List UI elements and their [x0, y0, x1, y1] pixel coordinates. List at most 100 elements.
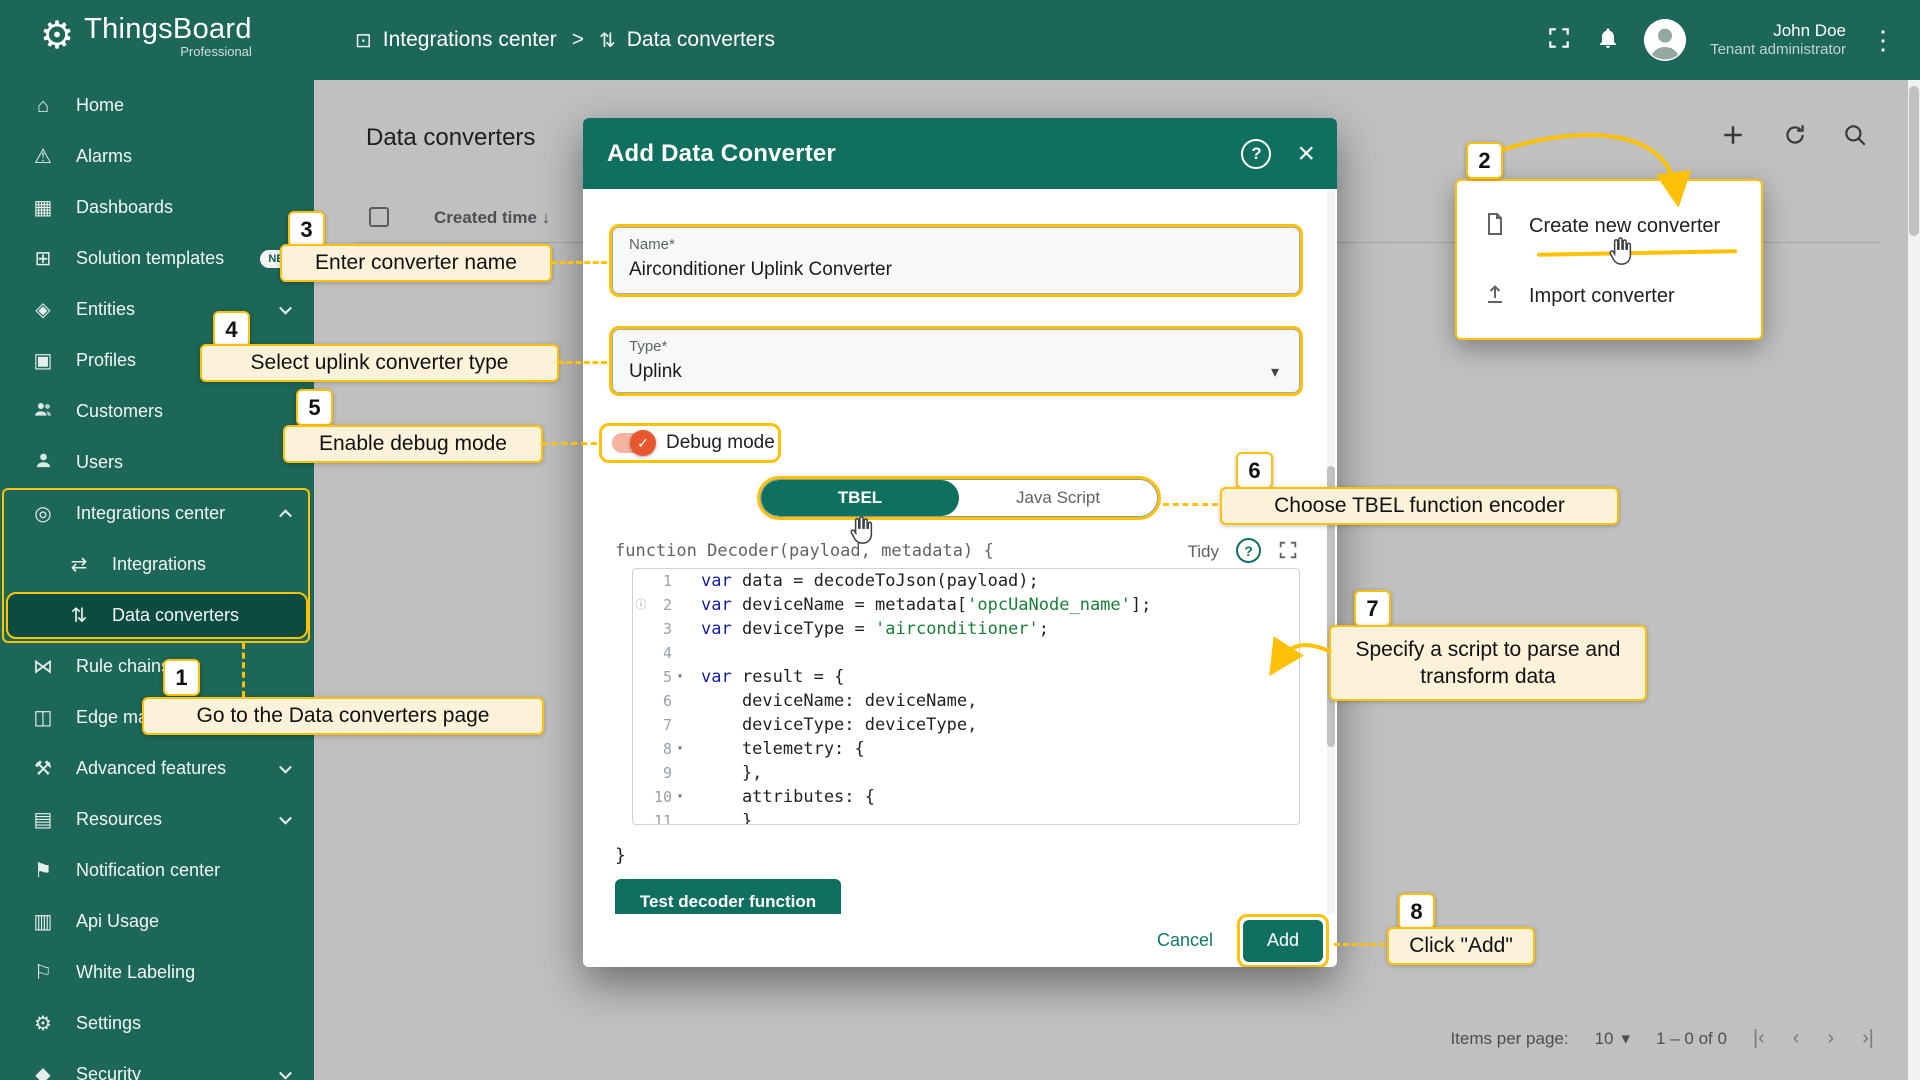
callout-step-4: Select uplink converter type	[200, 344, 559, 382]
sidebar-item-rule-chains[interactable]: ⋈ Rule chains	[0, 641, 314, 692]
script-help-icon[interactable]: ?	[1236, 538, 1261, 563]
data-converters-icon: ⇅	[70, 604, 88, 627]
white-labeling-icon: ⚐	[34, 961, 52, 984]
toggle-knob-check-icon: ✓	[630, 430, 656, 456]
sidebar-item-label: Integrations center	[76, 503, 226, 523]
sidebar-item-advanced-features[interactable]: ⚒ Advanced features	[0, 743, 314, 794]
tidy-button[interactable]: Tidy	[1188, 542, 1220, 562]
tab-javascript[interactable]: Java Script	[959, 480, 1157, 516]
code-text: },	[701, 763, 763, 783]
app-root: ⚙ ThingsBoard Professional ⊡ Integration…	[0, 0, 1920, 1080]
sidebar-item-integrations[interactable]: ⇄ Integrations	[0, 539, 314, 590]
callout-step-7: Specify a script to parse and transform …	[1329, 625, 1647, 701]
line-number: 4	[662, 644, 672, 662]
code-line: 10 ▾ attributes: {	[633, 785, 1299, 809]
sidebar-item-label: Dashboards	[76, 197, 174, 217]
breadcrumb-data-converters[interactable]: Data converters	[627, 28, 775, 52]
name-field[interactable]: Name* Airconditioner Uplink Converter	[612, 227, 1300, 294]
sidebar-item-dashboards[interactable]: ▦ Dashboards	[0, 182, 314, 233]
thingsboard-logo-icon: ⚙	[40, 15, 75, 57]
kebab-menu-icon[interactable]: ⋮	[1870, 27, 1896, 53]
add-data-converter-dialog: Add Data Converter ? × Name* Airconditio…	[583, 118, 1337, 967]
sidebar-item-label: Api Usage	[76, 911, 160, 931]
avatar[interactable]	[1644, 19, 1687, 61]
file-icon	[1483, 212, 1507, 241]
sidebar-item-security[interactable]: ◆ Security	[0, 1049, 314, 1080]
code-line: 1 var data = decodeToJson(payload);	[633, 569, 1299, 593]
code-text: deviceName: deviceName,	[701, 691, 978, 711]
user-block[interactable]: John Doe Tenant administrator	[1710, 20, 1846, 60]
encoder-segmented-control: TBEL Java Script	[760, 479, 1158, 517]
user-name: John Doe	[1773, 21, 1846, 40]
type-select[interactable]: Type* Uplink ▾	[612, 329, 1300, 393]
sidebar-item-label: Solution templates	[76, 248, 225, 268]
users-icon	[28, 450, 58, 475]
code-line: 4	[633, 641, 1299, 665]
sidebar-item-label: Security	[76, 1064, 142, 1080]
sidebar-item-integrations-center[interactable]: ◎ Integrations center	[0, 488, 314, 539]
sidebar-item-label: Advanced features	[76, 758, 227, 778]
code-text: attributes: {	[701, 787, 875, 807]
debug-mode-toggle[interactable]: ✓	[612, 430, 656, 456]
fold-arrow-icon[interactable]: ▾	[677, 665, 691, 689]
line-number: 6	[662, 692, 672, 710]
code-text: var deviceName = metadata['opcUaNode_nam…	[701, 595, 1152, 615]
menu-item-label: Import converter	[1529, 284, 1675, 307]
callout-step-1: Go to the Data converters page	[142, 697, 544, 735]
api-usage-icon: ▥	[33, 910, 53, 933]
chevron-up-icon	[279, 508, 292, 522]
dialog-content: Name* Airconditioner Uplink Converter Ty…	[583, 189, 1337, 914]
line-number: 7	[662, 716, 672, 734]
hand-cursor-icon	[1604, 236, 1634, 271]
sidebar-item-notification-center[interactable]: ⚑ Notification center	[0, 845, 314, 896]
fullscreen-icon[interactable]	[1546, 25, 1572, 56]
home-icon: ⌂	[36, 94, 50, 117]
integrations-icon: ⇄	[70, 553, 88, 576]
step-badge-2: 2	[1466, 142, 1503, 179]
sidebar-item-entities[interactable]: ◈ Entities	[0, 284, 314, 335]
notifications-bell-icon[interactable]	[1596, 26, 1620, 55]
breadcrumb-integrations-center[interactable]: Integrations center	[383, 28, 557, 52]
help-icon[interactable]: ?	[1241, 138, 1272, 169]
add-button[interactable]: Add	[1243, 919, 1323, 962]
fold-arrow-icon[interactable]: ▾	[677, 785, 691, 809]
code-line: 3 var deviceType = 'airconditioner';	[633, 617, 1299, 641]
user-role: Tenant administrator	[1710, 41, 1846, 59]
settings-icon: ⚙	[34, 1012, 52, 1035]
fold-arrow-icon[interactable]: ▾	[677, 737, 691, 761]
close-icon[interactable]: ×	[1297, 138, 1315, 169]
sidebar-item-white-labeling[interactable]: ⚐ White Labeling	[0, 947, 314, 998]
tutorial-highlight-encoder: TBEL Java Script	[757, 476, 1161, 520]
menu-item-import-converter[interactable]: Import converter	[1457, 267, 1761, 325]
sidebar-item-resources[interactable]: ▤ Resources	[0, 794, 314, 845]
code-editor[interactable]: 1 var data = decodeToJson(payload); ⓘ 2 var …	[632, 568, 1300, 825]
sidebar-item-data-converters[interactable]: ⇅ Data converters	[6, 592, 308, 639]
line-number: 5	[662, 668, 672, 686]
sidebar-item-users[interactable]: Users	[0, 437, 314, 488]
menu-item-label: Create new converter	[1529, 214, 1721, 237]
sidebar-item-solution-templates[interactable]: ⊞Solution templatesNEW	[0, 233, 314, 284]
page-scrollbar-thumb[interactable]	[1909, 86, 1919, 236]
sidebar-item-label: Notification center	[76, 860, 221, 880]
breadcrumb-separator: >	[571, 28, 584, 51]
sidebar-item-label: Entities	[76, 299, 136, 319]
connector-step-5	[542, 442, 597, 445]
sidebar-item-label: Users	[76, 452, 124, 472]
sidebar-item-customers[interactable]: Customers	[0, 386, 314, 437]
test-decoder-button[interactable]: Test decoder function	[615, 879, 841, 914]
callout-step-3: Enter converter name	[280, 244, 552, 282]
sidebar-item-label: Integrations	[112, 554, 207, 574]
tab-tbel[interactable]: TBEL	[761, 480, 959, 516]
sidebar-item-alarms[interactable]: ⚠ Alarms	[0, 131, 314, 182]
sidebar-item-api-usage[interactable]: ▥ Api Usage	[0, 896, 314, 947]
cancel-button[interactable]: Cancel	[1157, 930, 1213, 951]
callout-step-8: Click "Add"	[1387, 927, 1535, 965]
expand-editor-icon[interactable]	[1277, 539, 1301, 563]
notification-center-icon: ⚑	[34, 859, 52, 882]
chevron-down-icon	[279, 1066, 292, 1080]
sidebar-item-home[interactable]: ⌂ Home	[0, 80, 314, 131]
breadcrumb: ⊡ Integrations center > ⇅ Data converter…	[355, 0, 775, 80]
step-badge-5: 5	[296, 389, 333, 426]
sidebar-item-settings[interactable]: ⚙ Settings	[0, 998, 314, 1049]
